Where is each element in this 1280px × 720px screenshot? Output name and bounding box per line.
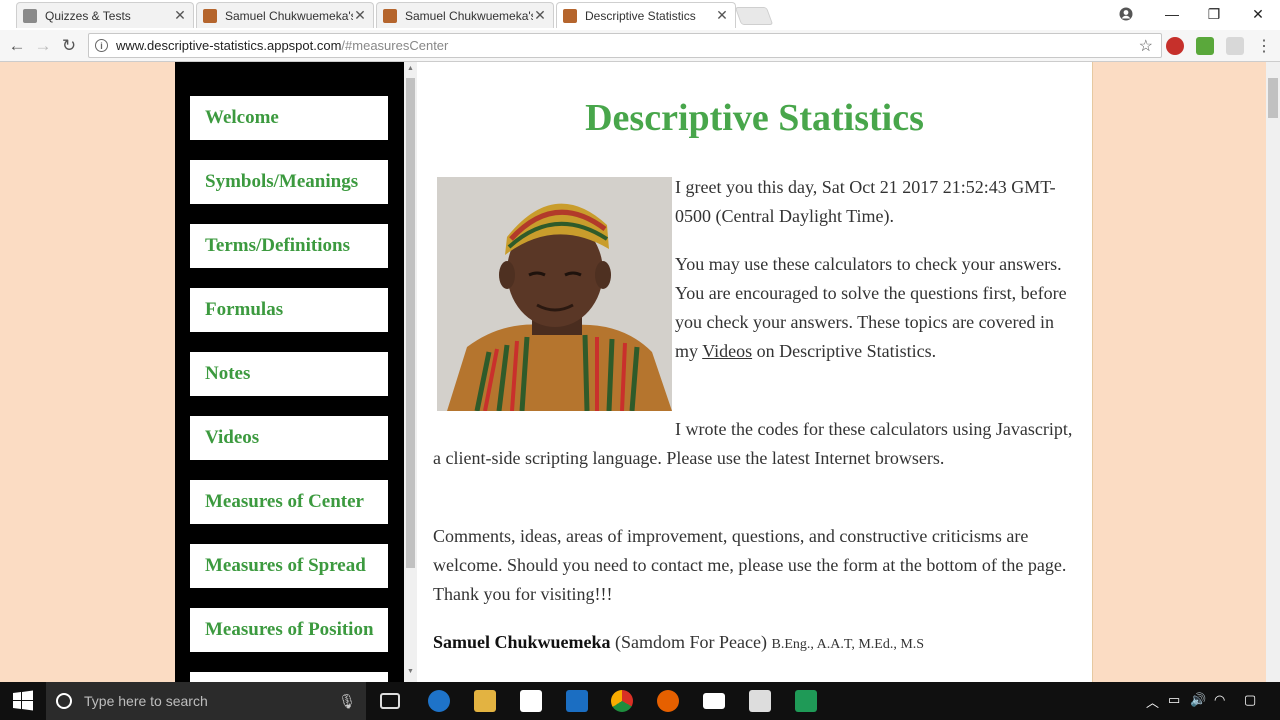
page-title: Descriptive Statistics [585, 97, 924, 139]
tab-label: Samuel Chukwuemeka's [405, 8, 533, 23]
windows-start-icon[interactable] [12, 690, 34, 712]
sidebar-item-notes[interactable]: Notes [190, 352, 388, 396]
avatar-icon [203, 8, 217, 23]
close-window-icon[interactable]: ✕ [1236, 0, 1280, 28]
comments-paragraph: Comments, ideas, areas of improvement, q… [433, 526, 1067, 604]
author-name: Samuel Chukwuemeka [433, 632, 611, 652]
shield-app-icon[interactable] [566, 690, 588, 712]
tab-descriptive-statistics[interactable]: Descriptive Statistics ✕ [556, 2, 736, 28]
url-path: /#measuresCenter [341, 38, 449, 53]
store-icon[interactable] [749, 690, 771, 712]
greeting-text: I greet you this day, Sat Oct 21 2017 21… [675, 177, 1056, 226]
intro-paragraph: You may use these calculators to check y… [675, 250, 1075, 366]
scrollbar-thumb[interactable] [406, 78, 415, 568]
windows-taskbar: Type here to search 🎙 ︿ ▭ 🔊 ◠ ▢ [0, 682, 1280, 720]
task-view-icon[interactable] [380, 693, 400, 709]
tab-samuel-1[interactable]: Samuel Chukwuemeka's ✕ [196, 2, 374, 28]
reload-icon[interactable]: ↻ [57, 34, 81, 58]
tab-strip: Quizzes & Tests ✕ Samuel Chukwuemeka's ✕… [0, 0, 1280, 30]
sidebar-item-measures-center[interactable]: Measures of Center [190, 480, 388, 524]
restore-icon[interactable]: ❐ [1192, 0, 1236, 28]
code-paragraph: I wrote the codes for these calculators … [433, 419, 1073, 468]
close-icon[interactable]: ✕ [533, 7, 547, 24]
scroll-up-icon[interactable]: ▲ [406, 65, 415, 75]
back-icon[interactable]: ← [5, 34, 29, 58]
minimize-icon[interactable]: — [1150, 0, 1194, 28]
profile-icon[interactable] [1104, 0, 1148, 28]
sidebar-item-measures-spread[interactable]: Measures of Spread [190, 544, 388, 588]
page-icon [23, 8, 37, 23]
main-content: Descriptive Statistics I greet you this … [417, 62, 1092, 682]
url-host: www.descriptive-statistics.appspot.com [116, 38, 342, 53]
tab-label: Quizzes & Tests [45, 8, 131, 23]
browser-toolbar: ← → ↻ i www.descriptive-statistics.appsp… [0, 30, 1280, 62]
videos-link[interactable]: Videos [702, 341, 752, 361]
close-icon[interactable]: ✕ [173, 7, 187, 24]
scrollbar-thumb[interactable] [1268, 78, 1278, 118]
tab-quizzes[interactable]: Quizzes & Tests ✕ [16, 2, 194, 28]
info-icon[interactable]: i [95, 39, 108, 52]
close-icon[interactable]: ✕ [715, 7, 729, 24]
sidebar-nav: Welcome Symbols/Meanings Terms/Definitio… [175, 62, 404, 682]
amazon-icon[interactable] [520, 690, 542, 712]
edge-browser-icon[interactable] [428, 690, 450, 712]
mail-icon[interactable] [703, 693, 725, 709]
author-alias: (Samdom For Peace) [615, 632, 767, 652]
notifications-icon[interactable]: ▢ [1244, 692, 1256, 708]
taskbar-search[interactable]: Type here to search 🎙 [46, 682, 366, 720]
sidebar-item-symbols[interactable]: Symbols/Meanings [190, 160, 388, 204]
extension-shield-icon[interactable] [1226, 37, 1244, 55]
sidebar-item-terms[interactable]: Terms/Definitions [190, 224, 388, 268]
avatar-icon [383, 8, 397, 23]
sidebar-scrollbar[interactable]: ▲ ▼ [404, 62, 417, 682]
avatar-icon [563, 8, 577, 23]
firefox-icon[interactable] [657, 690, 679, 712]
search-placeholder: Type here to search [84, 693, 208, 709]
new-tab-button[interactable] [734, 7, 774, 25]
web-page: Welcome Symbols/Meanings Terms/Definitio… [0, 62, 1266, 682]
tab-label: Samuel Chukwuemeka's [225, 8, 353, 23]
wifi-icon[interactable]: ◠ [1214, 692, 1225, 708]
scroll-down-icon[interactable]: ▼ [406, 668, 415, 678]
sidebar-item-more[interactable] [190, 672, 388, 682]
tray-chevron-icon[interactable]: ︿ [1146, 692, 1159, 711]
address-bar[interactable]: i www.descriptive-statistics.appspot.com… [88, 33, 1162, 58]
extension-green-icon[interactable] [1196, 37, 1214, 55]
file-explorer-icon[interactable] [474, 690, 496, 712]
author-signature: Samuel Chukwuemeka (Samdom For Peace) B.… [433, 632, 924, 653]
content-border [1092, 62, 1093, 682]
camtasia-icon[interactable] [795, 690, 817, 712]
volume-icon[interactable]: 🔊 [1190, 692, 1206, 708]
tab-samuel-2[interactable]: Samuel Chukwuemeka's ✕ [376, 2, 554, 28]
microphone-icon[interactable]: 🎙 [338, 693, 356, 710]
sidebar-item-welcome[interactable]: Welcome [190, 96, 388, 140]
forward-icon[interactable]: → [31, 34, 55, 58]
cortana-icon [56, 693, 72, 709]
sidebar-item-measures-position[interactable]: Measures of Position [190, 608, 388, 652]
bookmark-star-icon[interactable]: ☆ [1139, 36, 1153, 56]
author-photo [437, 177, 672, 411]
battery-icon[interactable]: ▭ [1168, 692, 1180, 708]
close-icon[interactable]: ✕ [353, 7, 367, 24]
sidebar-item-videos[interactable]: Videos [190, 416, 388, 460]
chrome-icon[interactable] [611, 690, 633, 712]
sidebar-item-formulas[interactable]: Formulas [190, 288, 388, 332]
author-degrees: B.Eng., A.A.T, M.Ed., M.S [771, 637, 925, 652]
intro-text-end: on Descriptive Statistics. [752, 341, 937, 361]
page-scrollbar[interactable] [1266, 62, 1280, 682]
tab-label: Descriptive Statistics [585, 8, 696, 23]
adblock-extension-icon[interactable] [1166, 37, 1184, 55]
menu-icon[interactable]: ⋮ [1252, 34, 1276, 58]
